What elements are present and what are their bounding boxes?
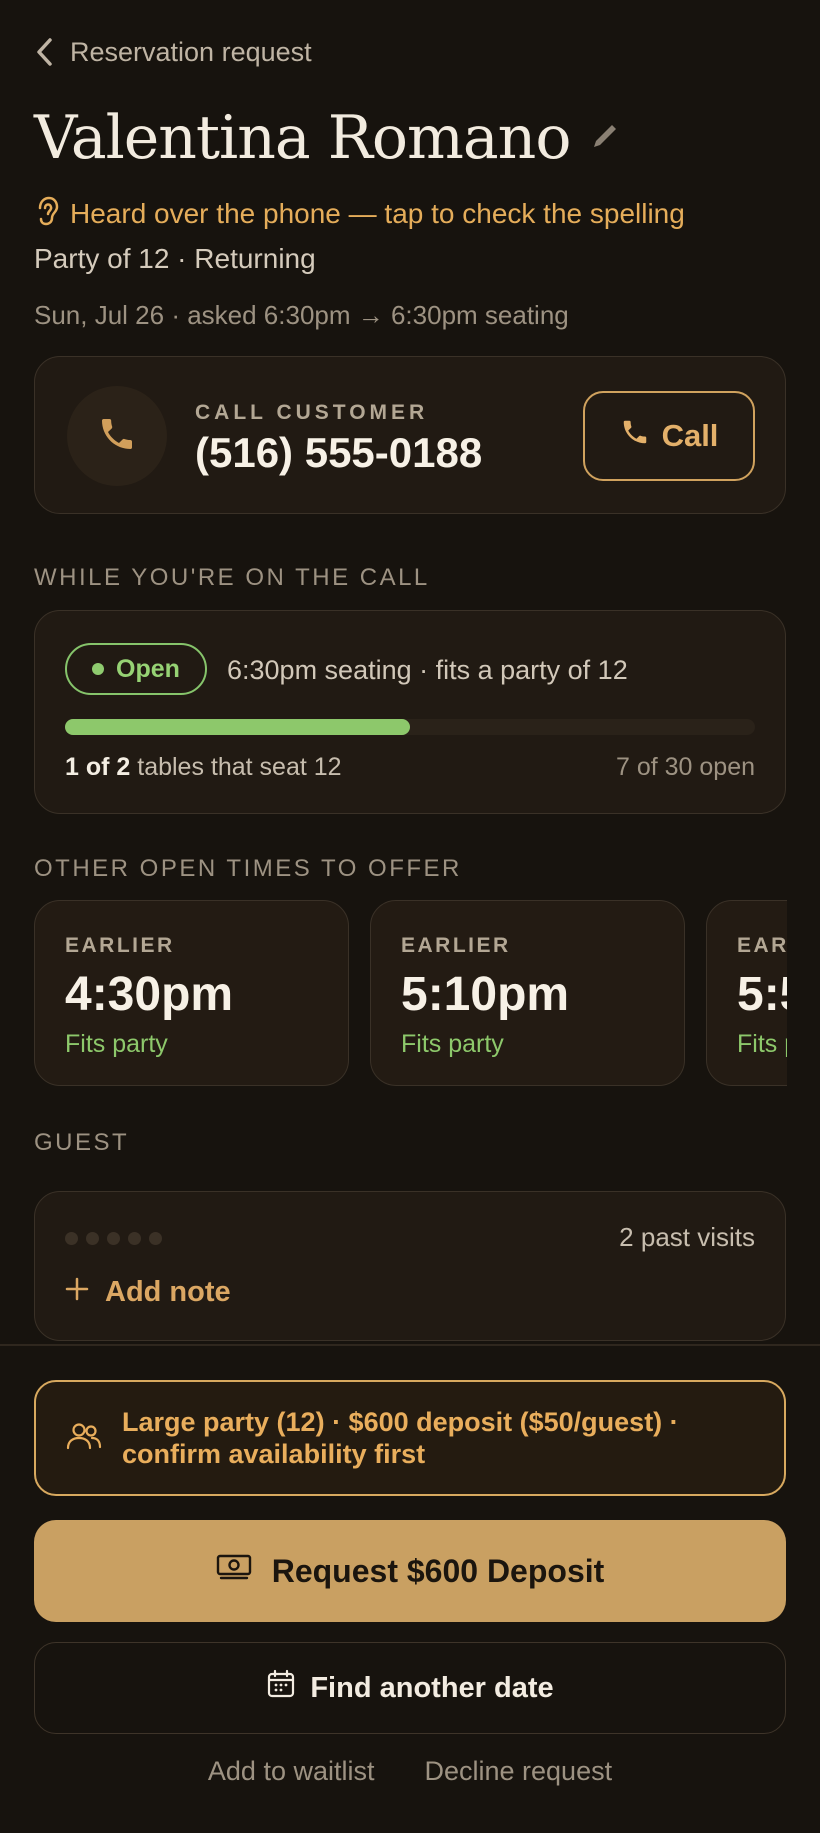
pencil-icon[interactable] <box>588 119 622 158</box>
time-slot-card[interactable]: EARLIER 4:30pm Fits party <box>34 900 349 1086</box>
phone-icon <box>620 417 650 455</box>
open-count: 7 of 30 open <box>615 753 755 781</box>
guest-name-row[interactable]: Valentina Romano <box>34 108 622 168</box>
cash-icon <box>216 1552 252 1590</box>
request-deposit-label: Request $600 Deposit <box>271 1552 605 1589</box>
slot-fit: Fits party <box>737 1030 787 1058</box>
deposit-notice-text: Large party (12) · $600 deposit ($50/gue… <box>122 1406 679 1469</box>
spelling-hint-text: Heard over the phone — tap to check the … <box>70 197 685 229</box>
tables-summary: 1 of 2 tables that seat 12 <box>65 753 342 782</box>
slot-time: 5:50pm <box>737 968 787 1021</box>
add-note-label: Add note <box>105 1276 231 1308</box>
call-button[interactable]: Call <box>583 391 755 481</box>
phone-icon <box>97 414 137 459</box>
tables-count: 1 of 2 <box>65 753 131 781</box>
back-button[interactable]: Reservation request <box>34 36 312 68</box>
rating-dot <box>86 1232 99 1245</box>
guest-rating <box>65 1232 162 1245</box>
rating-dot <box>107 1232 120 1245</box>
time-slot-card[interactable]: EARLIER 5:10pm Fits party <box>370 900 685 1086</box>
time-slot-card[interactable]: EARLIER 5:50pm Fits party <box>706 900 787 1086</box>
action-sheet: Large party (12) · $600 deposit ($50/gue… <box>0 1346 820 1833</box>
spelling-hint[interactable]: Heard over the phone — tap to check the … <box>34 195 685 232</box>
rating-dot <box>149 1232 162 1245</box>
rating-dot <box>128 1232 141 1245</box>
status-badge: Open <box>65 643 207 695</box>
time-slot-carousel[interactable]: EARLIER 4:30pm Fits party EARLIER 5:10pm… <box>34 900 787 1088</box>
past-visits: 2 past visits <box>619 1222 755 1252</box>
other-times-section-label: OTHER OPEN TIMES TO OFFER <box>34 855 462 882</box>
party-summary: Party of 12 · Returning <box>34 243 316 274</box>
on-call-section-label: WHILE YOU'RE ON THE CALL <box>34 564 430 591</box>
guest-card: 2 past visits Add note <box>34 1191 786 1341</box>
status-dot <box>92 663 105 675</box>
call-kicker: CALL CUSTOMER <box>195 401 429 424</box>
slot-fit: Fits party <box>65 1030 168 1058</box>
secondary-actions: Add to waitlist Decline request <box>0 1756 820 1787</box>
phone-avatar <box>67 386 167 486</box>
call-button-label: Call <box>661 418 719 453</box>
find-another-date-button[interactable]: Find another date <box>34 1642 786 1734</box>
add-note-button[interactable]: Add note <box>65 1276 231 1309</box>
phone-number: (516) 555-0188 <box>195 429 483 476</box>
slot-kicker: EARLIER <box>401 934 511 957</box>
find-another-date-label: Find another date <box>310 1671 554 1704</box>
chevron-left-icon <box>34 36 56 68</box>
calendar-icon <box>266 1669 296 1707</box>
slot-fit: Fits party <box>401 1030 504 1058</box>
status-label: Open <box>116 654 180 683</box>
deposit-notice: Large party (12) · $600 deposit ($50/gue… <box>34 1380 786 1496</box>
request-deposit-button[interactable]: Request $600 Deposit <box>34 1520 786 1622</box>
capacity-bar-fill <box>65 719 410 735</box>
slot-kicker: EARLIER <box>65 934 175 957</box>
back-label: Reservation request <box>70 36 312 67</box>
users-icon <box>66 1421 102 1456</box>
slot-time: 4:30pm <box>65 968 234 1021</box>
slot-kicker: EARLIER <box>737 934 787 957</box>
slot-time: 5:10pm <box>401 968 570 1021</box>
add-to-waitlist-link[interactable]: Add to waitlist <box>208 1756 375 1787</box>
reservation-request-screen: Reservation request Valentina Romano Hea… <box>0 0 820 1833</box>
rating-dot <box>65 1232 78 1245</box>
call-customer-card: CALL CUSTOMER (516) 555-0188 Call <box>34 356 786 514</box>
guest-name[interactable]: Valentina Romano <box>34 108 571 168</box>
tables-text: tables that seat 12 <box>137 753 342 781</box>
availability-card: Open 6:30pm seating · fits a party of 12… <box>34 610 786 814</box>
decline-request-link[interactable]: Decline request <box>424 1756 612 1787</box>
capacity-bar <box>65 719 755 735</box>
ear-icon <box>34 195 60 232</box>
guest-section-label: GUEST <box>34 1129 130 1156</box>
date-summary: Sun, Jul 26 · asked 6:30pm → 6:30pm seat… <box>34 300 569 330</box>
plus-icon <box>65 1276 89 1309</box>
availability-description: 6:30pm seating · fits a party of 12 <box>227 655 628 685</box>
